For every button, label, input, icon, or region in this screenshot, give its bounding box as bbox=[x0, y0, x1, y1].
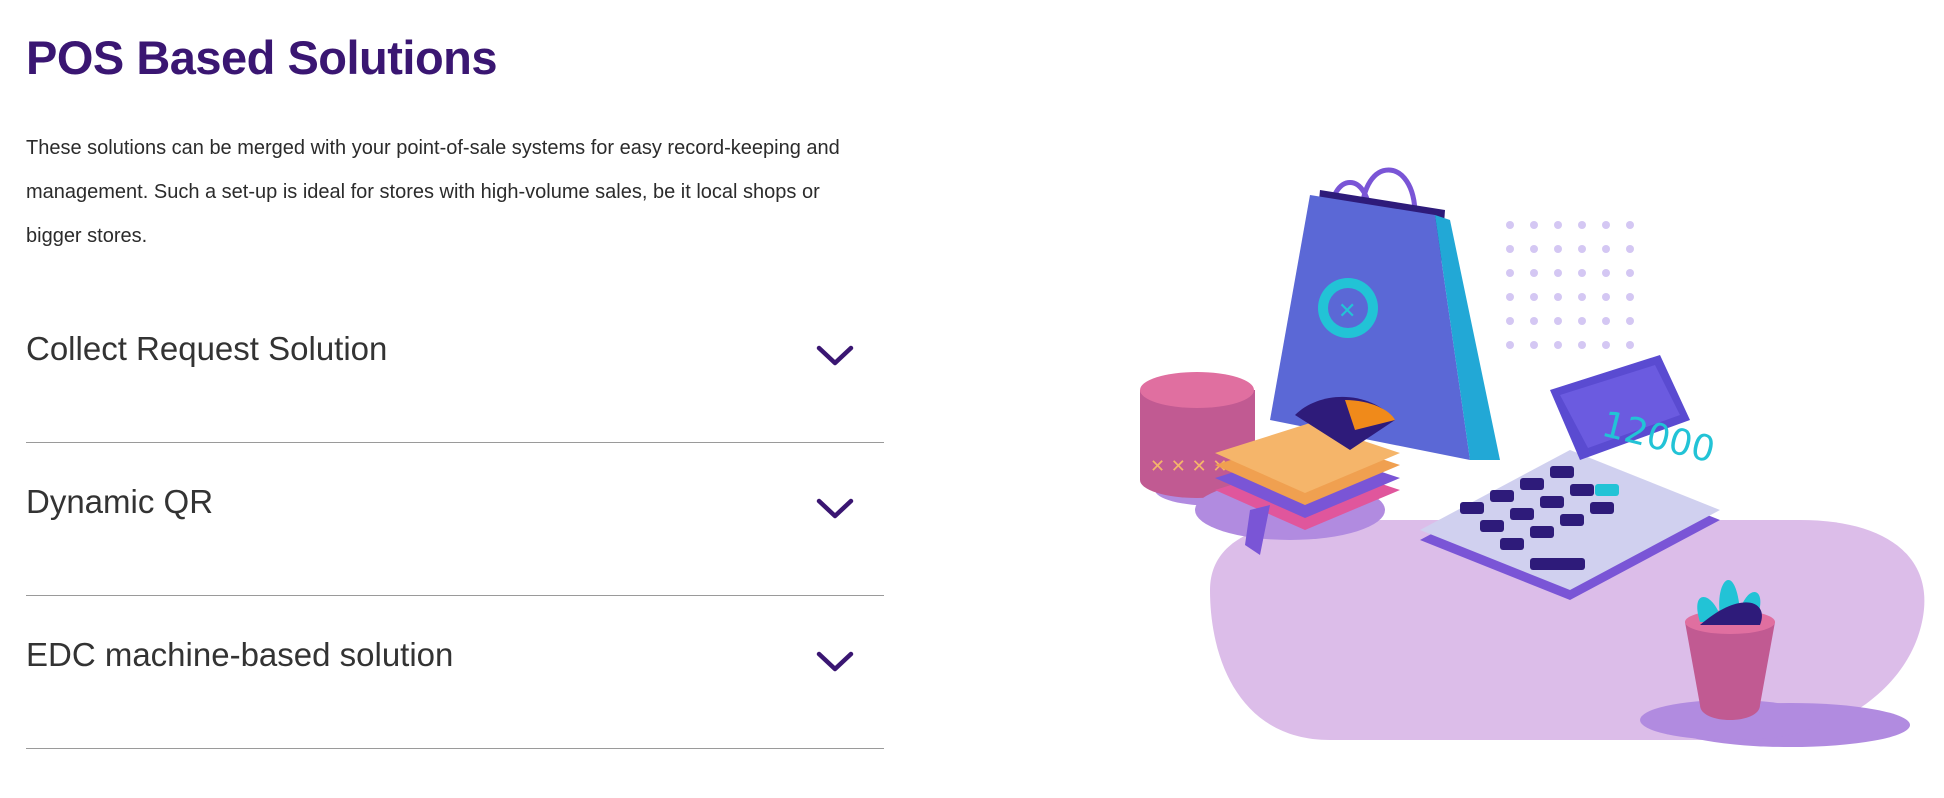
section-description: These solutions can be merged with your … bbox=[26, 137, 840, 247]
accordion-item-collect-request[interactable]: Collect Request Solution bbox=[26, 290, 884, 443]
accordion-item-label: Dynamic QR bbox=[26, 483, 214, 520]
chevron-down-icon[interactable] bbox=[816, 650, 854, 674]
accordion-item-label: EDC machine-based solution bbox=[26, 636, 454, 673]
accordion-item-label: Collect Request Solution bbox=[26, 330, 388, 367]
chevron-down-icon[interactable] bbox=[816, 344, 854, 368]
pos-illustration: ✕ ✕ ✕ ✕ ✕ 12000 bbox=[1140, 167, 1925, 747]
page-title: POS Based Solutions bbox=[26, 31, 498, 84]
svg-text:✕ ✕ ✕ ✕: ✕ ✕ ✕ ✕ bbox=[1150, 456, 1228, 477]
chevron-down-icon[interactable] bbox=[816, 497, 854, 521]
dot-grid-decoration bbox=[1506, 221, 1634, 349]
svg-text:✕: ✕ bbox=[1338, 299, 1356, 324]
solutions-accordion: Collect Request Solution Dynamic QR EDC … bbox=[26, 290, 884, 749]
accordion-item-dynamic-qr[interactable]: Dynamic QR bbox=[26, 443, 884, 596]
accordion-item-edc-machine[interactable]: EDC machine-based solution bbox=[26, 596, 884, 749]
section-intro: POS Based Solutions These solutions can … bbox=[26, 0, 886, 258]
